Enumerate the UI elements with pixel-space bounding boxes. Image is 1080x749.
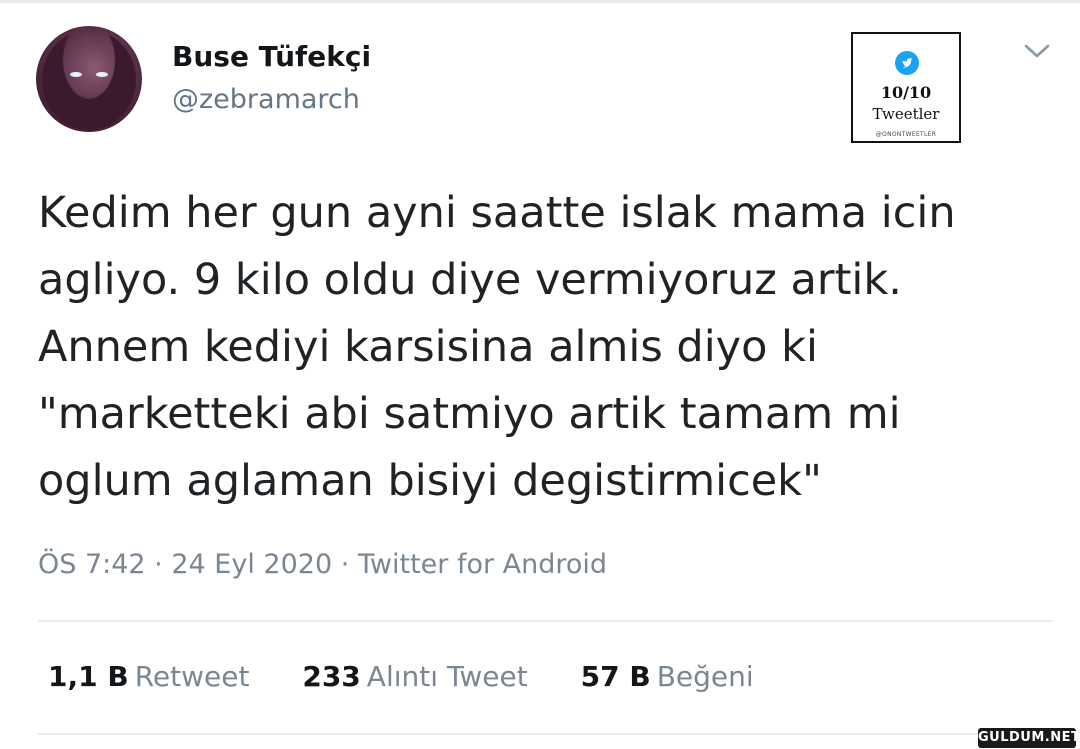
stat-likes[interactable]: 57 B Beğeni — [581, 660, 754, 693]
chevron-down-icon[interactable] — [1022, 40, 1052, 62]
author-name[interactable]: Buse Tüfekçi — [172, 40, 371, 73]
stat-retweets[interactable]: 1,1 B Retweet — [48, 660, 249, 693]
ten-ten-badge: 10/10 Tweetler @ONONTWEETLER — [851, 32, 961, 143]
twitter-bird-icon — [895, 51, 919, 75]
avatar[interactable] — [36, 26, 142, 132]
stat-value: 233 — [302, 660, 361, 693]
stat-value: 1,1 B — [48, 660, 129, 693]
divider — [38, 620, 1052, 622]
avatar-eye-right — [96, 72, 108, 77]
stat-label: Retweet — [134, 660, 250, 693]
badge-score: 10/10 — [880, 83, 932, 102]
tweet-meta[interactable]: ÖS 7:42 · 24 Eyl 2020 · Twitter for Andr… — [38, 549, 607, 580]
tweet-text: Kedim her gun ayni saatte islak mama ici… — [38, 188, 956, 506]
avatar-hair — [42, 30, 136, 130]
avatar-eye-left — [70, 72, 82, 77]
stat-quote-tweets[interactable]: 233 Alıntı Tweet — [302, 660, 527, 693]
stat-label: Beğeni — [656, 660, 754, 693]
stat-value: 57 B — [580, 660, 651, 693]
divider — [38, 733, 1052, 735]
badge-small-text: @ONONTWEETLER — [875, 131, 937, 138]
author-handle[interactable]: @zebramarch — [172, 84, 360, 115]
badge-label: Tweetler — [872, 105, 940, 123]
top-border — [0, 0, 1080, 3]
site-watermark: GULDUM.NET — [978, 728, 1080, 748]
stat-label: Alıntı Tweet — [366, 660, 528, 693]
tweet-stats: 1,1 B Retweet 233 Alıntı Tweet 57 B Beğeni — [48, 660, 798, 693]
